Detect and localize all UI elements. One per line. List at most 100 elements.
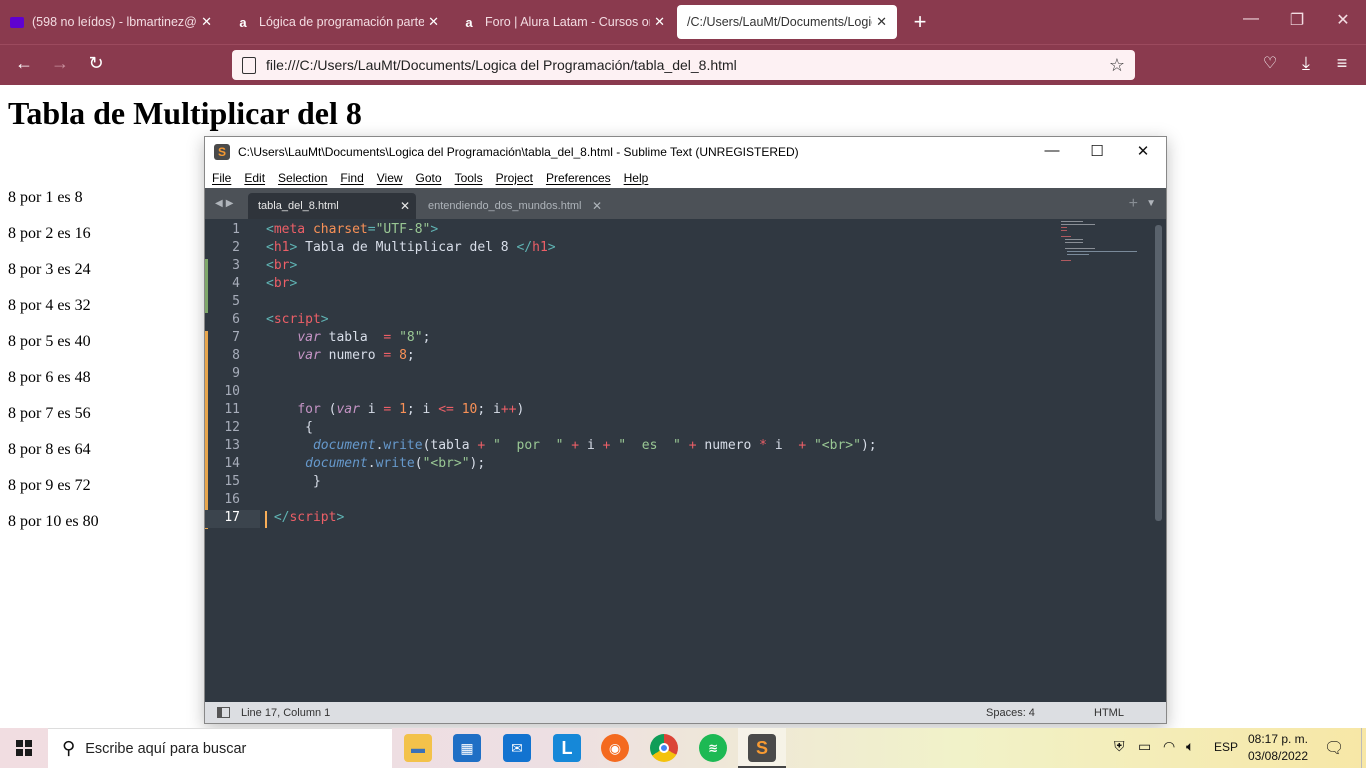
code-line: } — [266, 474, 321, 489]
chrome-icon[interactable] — [650, 734, 678, 762]
clock-date: 03/08/2022 — [1247, 749, 1309, 763]
close-tab-icon[interactable]: ✕ — [592, 199, 602, 213]
reload-button[interactable]: ↻ — [82, 53, 110, 74]
sublime-window-title: C:\Users\LauMt\Documents\Logica del Prog… — [238, 145, 799, 159]
menu-file[interactable]: File — [212, 171, 231, 185]
tab-title: Foro | Alura Latam - Cursos onl — [485, 15, 651, 29]
tab-title: Lógica de programación parte — [259, 15, 425, 29]
editor-tab-tabla-del-8[interactable]: tabla_del_8.html ✕ — [248, 193, 416, 219]
forward-button[interactable]: → — [46, 53, 74, 74]
windows-taskbar: ⚲ Escribe aquí para buscar ▬ ▦ ✉ L ◉ ≋ S… — [0, 728, 1366, 768]
search-icon: ⚲ — [62, 738, 76, 758]
yahoo-mail-icon — [10, 16, 24, 28]
editor-tab-entendiendo-dos-mundos[interactable]: entendiendo_dos_mundos.html ✕ — [418, 193, 608, 219]
syntax-mode[interactable]: HTML — [1094, 707, 1124, 719]
sublime-minimize-button[interactable]: — — [1030, 142, 1074, 159]
sublime-title-bar[interactable]: S C:\Users\LauMt\Documents\Logica del Pr… — [205, 137, 1166, 167]
browser-tab-alura-logica[interactable]: a Lógica de programación parte ✕ — [225, 5, 449, 39]
close-tab-icon[interactable]: ✕ — [201, 14, 212, 30]
code-line: var numero = 8; — [297, 348, 415, 363]
close-window-button[interactable]: ✕ — [1320, 10, 1366, 30]
battery-icon[interactable]: ▭ — [1138, 738, 1151, 755]
new-tab-button[interactable]: + — [907, 9, 933, 35]
line-number: 7 — [232, 330, 240, 345]
result-line: 8 por 2 es 16 — [8, 225, 91, 242]
input-language[interactable]: ESP — [1214, 740, 1238, 754]
result-line: 8 por 1 es 8 — [8, 189, 83, 206]
pocket-icon[interactable]: ♡ — [1256, 53, 1284, 73]
store-icon[interactable]: ▦ — [453, 734, 481, 762]
code-line: <script> — [266, 312, 329, 327]
result-line: 8 por 3 es 24 — [8, 261, 91, 278]
page-heading: Tabla de Multiplicar del 8 — [8, 95, 362, 131]
clock-time: 08:17 p. m. — [1247, 732, 1309, 746]
code-editor[interactable]: 1 2 3 4 5 6 7 8 9 10 11 12 13 14 15 16 17 <meta charset=… — [205, 219, 1166, 702]
menu-view[interactable]: View — [377, 171, 403, 185]
side-panel-toggle-icon[interactable] — [217, 707, 230, 718]
volume-icon[interactable]: 🔈︎ — [1186, 738, 1194, 755]
restore-window-button[interactable]: ❐ — [1274, 10, 1320, 30]
code-minimap[interactable] — [1061, 221, 1141, 261]
new-tab-plus-icon[interactable]: + — [1129, 195, 1138, 213]
menu-preferences[interactable]: Preferences — [546, 171, 611, 185]
mail-icon[interactable]: ✉ — [503, 734, 531, 762]
l-app-icon[interactable]: L — [553, 734, 581, 762]
vertical-scrollbar[interactable] — [1155, 225, 1162, 521]
close-tab-icon[interactable]: ✕ — [654, 14, 665, 30]
windows-logo-icon — [16, 740, 32, 756]
minimize-window-button[interactable]: — — [1228, 10, 1274, 28]
line-number: 12 — [224, 420, 240, 435]
cursor-position: Line 17, Column 1 — [241, 707, 331, 719]
file-explorer-icon[interactable]: ▬ — [404, 734, 432, 762]
security-shield-icon[interactable]: ⛨ — [1114, 738, 1125, 755]
menu-selection[interactable]: Selection — [278, 171, 327, 185]
browser-tab-alura-foro[interactable]: a Foro | Alura Latam - Cursos onl ✕ — [451, 5, 675, 39]
indentation-setting[interactable]: Spaces: 4 — [986, 707, 1035, 719]
result-line: 8 por 9 es 72 — [8, 477, 91, 494]
tab-navigation-arrows-icon[interactable]: ◀▶ — [215, 198, 236, 209]
line-number: 15 — [224, 474, 240, 489]
downloads-icon[interactable]: ⤓ — [1292, 53, 1320, 74]
sublime-maximize-button[interactable]: ☐ — [1075, 142, 1119, 160]
sublime-menu-bar: File Edit Selection Find View Goto Tools… — [205, 167, 1166, 188]
line-number: 17 — [224, 510, 240, 525]
system-clock[interactable]: 08:17 p. m. 03/08/2022 — [1242, 731, 1314, 765]
code-line: </script> — [273, 510, 345, 525]
back-button[interactable]: ← — [10, 53, 38, 74]
close-tab-icon[interactable]: ✕ — [428, 14, 439, 30]
sublime-close-button[interactable]: ✕ — [1121, 142, 1165, 160]
line-number: 16 — [224, 492, 240, 507]
close-tab-icon[interactable]: ✕ — [400, 199, 410, 213]
result-line: 8 por 6 es 48 — [8, 369, 91, 386]
show-desktop-button[interactable] — [1361, 728, 1366, 768]
menu-help[interactable]: Help — [624, 171, 649, 185]
menu-goto[interactable]: Goto — [416, 171, 442, 185]
code-line: for (var i = 1; i <= 10; i++) — [297, 402, 525, 417]
tab-list-dropdown-icon[interactable]: ▼ — [1146, 198, 1156, 209]
browser-tab-local-file[interactable]: /C:/Users/LauMt/Documents/Logic ✕ — [677, 5, 897, 39]
start-button[interactable] — [0, 728, 48, 768]
result-line: 8 por 5 es 40 — [8, 333, 91, 350]
page-icon — [242, 56, 256, 74]
editor-tab-label: tabla_del_8.html — [258, 200, 339, 212]
sublime-text-icon[interactable]: S — [748, 734, 776, 762]
close-tab-icon[interactable]: ✕ — [876, 14, 887, 30]
notifications-icon[interactable]: 🗨︎ — [1324, 738, 1344, 758]
taskbar-search-box[interactable]: ⚲ Escribe aquí para buscar — [48, 728, 392, 768]
menu-project[interactable]: Project — [496, 171, 533, 185]
menu-icon[interactable]: ≡ — [1328, 53, 1356, 74]
menu-tools[interactable]: Tools — [455, 171, 483, 185]
url-text[interactable]: file:///C:/Users/LauMt/Documents/Logica … — [266, 57, 1109, 73]
bookmark-star-icon[interactable]: ☆ — [1109, 55, 1125, 76]
line-number: 11 — [224, 402, 240, 417]
menu-find[interactable]: Find — [340, 171, 363, 185]
wifi-icon[interactable]: ◠ — [1163, 738, 1175, 755]
sublime-text-window[interactable]: S C:\Users\LauMt\Documents\Logica del Pr… — [204, 136, 1167, 724]
menu-edit[interactable]: Edit — [244, 171, 265, 185]
firefox-icon[interactable]: ◉ — [601, 734, 629, 762]
address-bar[interactable]: file:///C:/Users/LauMt/Documents/Logica … — [232, 50, 1135, 80]
spotify-icon[interactable]: ≋ — [699, 734, 727, 762]
line-number: 3 — [232, 258, 240, 273]
code-line: var tabla = "8"; — [297, 330, 431, 345]
browser-tab-yahoo-mail[interactable]: (598 no leídos) - lbmartinez@ya ✕ — [0, 5, 222, 39]
